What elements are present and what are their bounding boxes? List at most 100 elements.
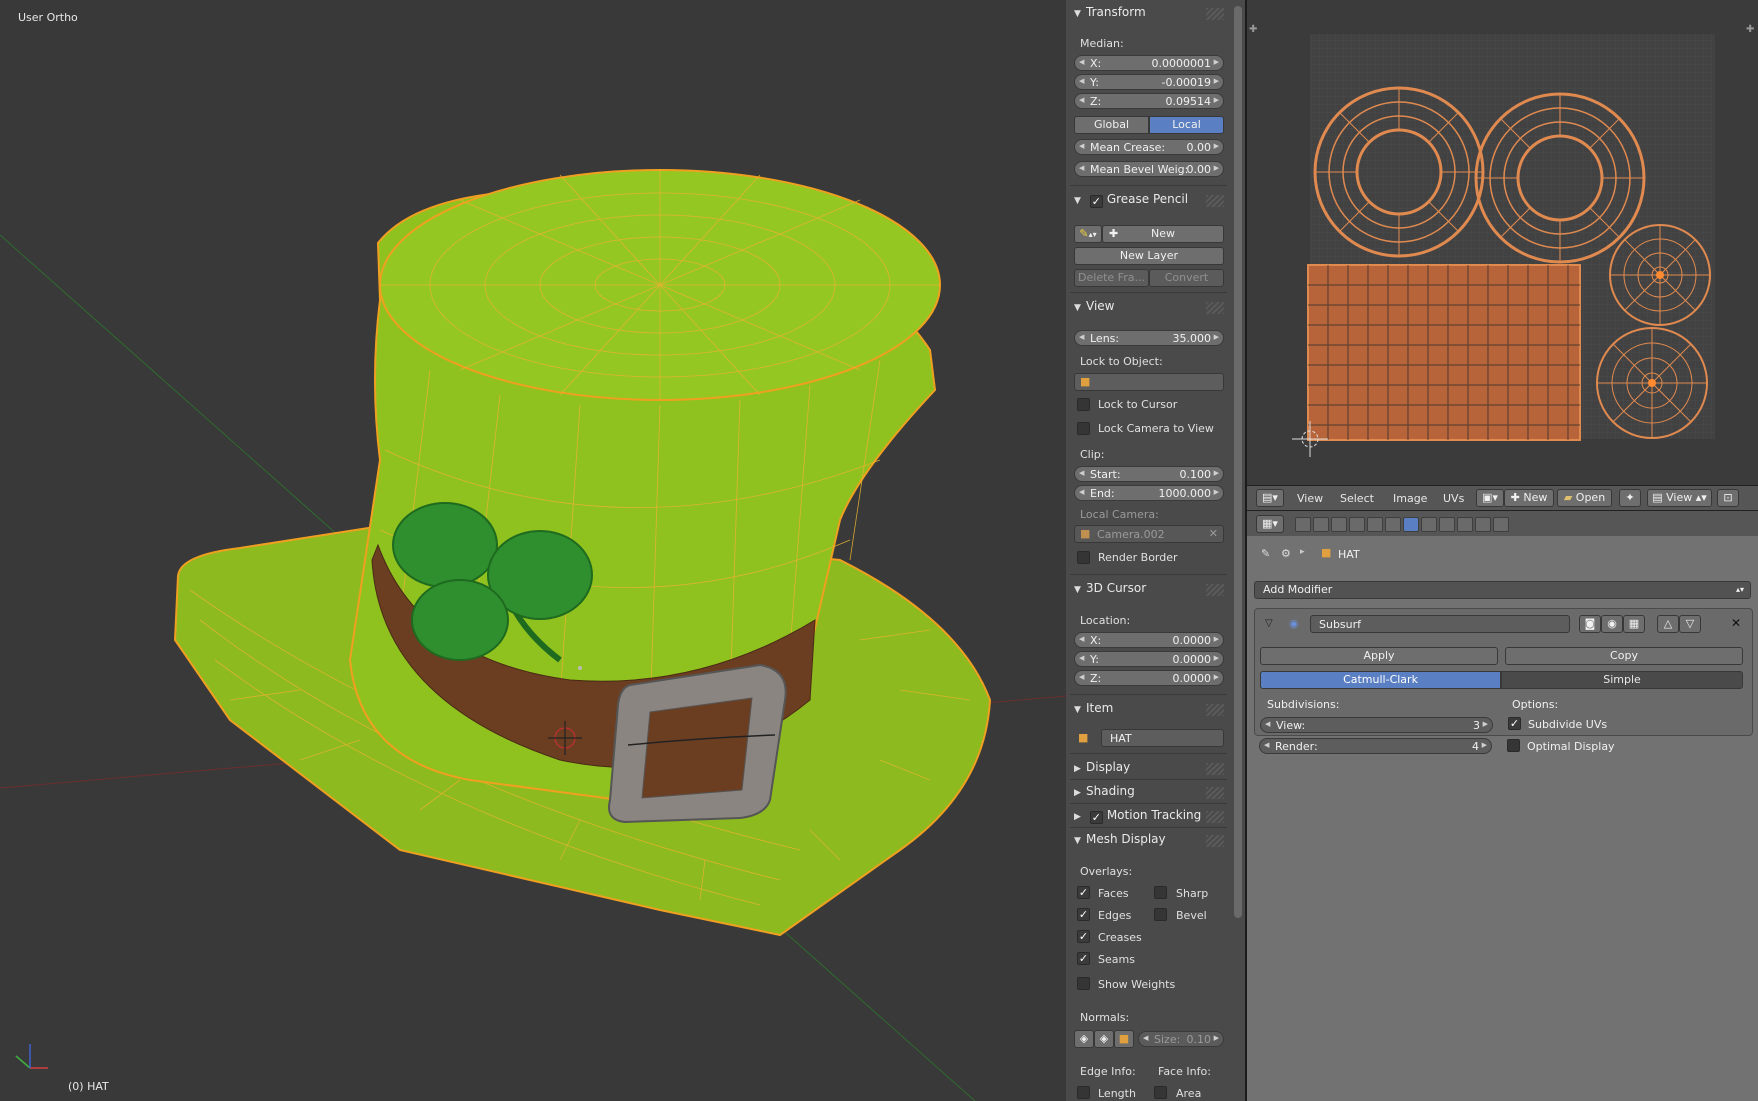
normal-size-field[interactable]: ◀ Size: 0.10 ▶: [1138, 1031, 1224, 1047]
local-camera-field[interactable]: ■ Camera.002 ✕: [1074, 525, 1224, 543]
panel-header-display[interactable]: ▶ Display: [1074, 760, 1224, 780]
panel-grip-icon[interactable]: [1206, 787, 1224, 799]
collapse-arrow-icon[interactable]: ▽: [1265, 618, 1273, 629]
move-up-button[interactable]: △: [1657, 615, 1679, 633]
cursor-z-field[interactable]: ◀ Z: 0.0000 ▶: [1074, 670, 1224, 686]
grease-pencil-enable-checkbox[interactable]: ✓: [1089, 195, 1103, 208]
editor-type-button[interactable]: ▦▾: [1256, 515, 1284, 533]
convert-button[interactable]: Convert: [1149, 269, 1224, 287]
render-border-checkbox[interactable]: [1077, 551, 1090, 564]
creases-checkbox[interactable]: ✓: [1077, 930, 1090, 943]
viewport-toggle-button[interactable]: ◉: [1601, 615, 1623, 633]
move-down-button[interactable]: ▽: [1679, 615, 1701, 633]
image-new-button[interactable]: ✚ New: [1504, 489, 1554, 507]
tab-texture[interactable]: [1457, 517, 1473, 532]
global-toggle[interactable]: Global: [1074, 116, 1149, 134]
panel-header-motion-tracking[interactable]: ▶ ✓ Motion Tracking: [1074, 808, 1224, 828]
vertex-normals-button[interactable]: ◈: [1074, 1030, 1094, 1048]
menu-uvs[interactable]: UVs: [1443, 492, 1464, 505]
median-x-field[interactable]: ◀ X: 0.0000001 ▶: [1074, 55, 1224, 71]
editor-type-button[interactable]: ▤▾: [1256, 489, 1284, 507]
tab-world[interactable]: [1349, 517, 1365, 532]
face-normals-button[interactable]: ■: [1114, 1030, 1134, 1048]
panel-grip-icon[interactable]: [1206, 302, 1224, 314]
menu-image[interactable]: Image: [1393, 492, 1427, 505]
grease-pencil-new-button[interactable]: ✚ New: [1102, 225, 1224, 243]
lens-field[interactable]: ◀ Lens: 35.000 ▶: [1074, 330, 1224, 346]
properties-scrollbar[interactable]: [1231, 0, 1245, 1101]
panel-header-grease-pencil[interactable]: ▼ ✓ Grease Pencil: [1074, 192, 1224, 212]
apply-button[interactable]: Apply: [1260, 647, 1498, 665]
mean-bevel-field[interactable]: ◀ Mean Bevel Weig: 0.00 ▶: [1074, 161, 1224, 177]
panel-header-mesh-display[interactable]: ▼ Mesh Display: [1074, 832, 1224, 852]
panel-grip-icon[interactable]: [1206, 835, 1224, 847]
split-normals-button[interactable]: ◈: [1094, 1030, 1114, 1048]
copy-button[interactable]: Copy: [1505, 647, 1743, 665]
tab-constraints[interactable]: [1385, 517, 1401, 532]
length-checkbox[interactable]: [1077, 1086, 1090, 1099]
tab-render[interactable]: [1295, 517, 1311, 532]
simple-toggle[interactable]: Simple: [1501, 671, 1743, 689]
uv-editor-canvas[interactable]: ✚ ✚: [1247, 0, 1758, 485]
edges-checkbox[interactable]: ✓: [1077, 908, 1090, 921]
image-browse-button[interactable]: ▣▾: [1476, 489, 1504, 507]
3d-viewport[interactable]: User Ortho (0) HAT: [0, 0, 1066, 1101]
tab-modifiers[interactable]: [1403, 517, 1419, 532]
tab-render-layers[interactable]: [1313, 517, 1329, 532]
tab-particles[interactable]: [1475, 517, 1491, 532]
render-levels-field[interactable]: ◀ Render: 4 ▶: [1259, 738, 1492, 754]
panel-grip-icon[interactable]: [1206, 763, 1224, 775]
lock-camera-checkbox[interactable]: [1077, 422, 1090, 435]
modifier-name-field[interactable]: Subsurf: [1310, 615, 1570, 633]
panel-grip-icon[interactable]: [1206, 584, 1224, 596]
tab-physics[interactable]: [1493, 517, 1509, 532]
panel-header-item[interactable]: ▼ Item: [1074, 701, 1224, 721]
panel-grip-icon[interactable]: [1206, 811, 1224, 823]
new-layer-button[interactable]: New Layer: [1074, 247, 1224, 265]
median-z-field[interactable]: ◀ Z: 0.09514 ▶: [1074, 93, 1224, 109]
local-toggle[interactable]: Local: [1149, 116, 1224, 134]
panel-header-3d-cursor[interactable]: ▼ 3D Cursor: [1074, 581, 1224, 601]
cursor-x-field[interactable]: ◀ X: 0.0000 ▶: [1074, 632, 1224, 648]
pin-button[interactable]: ✦: [1619, 489, 1641, 507]
render-toggle-button[interactable]: ◙: [1579, 615, 1601, 633]
median-y-field[interactable]: ◀ Y: -0.00019 ▶: [1074, 74, 1224, 90]
panel-grip-icon[interactable]: [1206, 195, 1224, 207]
panel-header-transform[interactable]: ▼ Transform: [1074, 5, 1224, 25]
optimal-display-checkbox[interactable]: [1507, 739, 1520, 752]
clip-end-field[interactable]: ◀ End: 1000.000 ▶: [1074, 485, 1224, 501]
tab-data[interactable]: [1421, 517, 1437, 532]
seams-checkbox[interactable]: ✓: [1077, 952, 1090, 965]
tab-material[interactable]: [1439, 517, 1455, 532]
clip-start-field[interactable]: ◀ Start: 0.100 ▶: [1074, 466, 1224, 482]
mean-crease-field[interactable]: ◀ Mean Crease: 0.00 ▶: [1074, 139, 1224, 155]
menu-select[interactable]: Select: [1340, 492, 1374, 505]
motion-tracking-checkbox[interactable]: ✓: [1089, 811, 1103, 824]
view-levels-field[interactable]: ◀ View: 3 ▶: [1260, 717, 1493, 733]
pencil-datablock-browse[interactable]: ✎▴▾: [1074, 225, 1102, 243]
tab-scene[interactable]: [1331, 517, 1347, 532]
menu-view[interactable]: View: [1297, 492, 1323, 505]
add-modifier-dropdown[interactable]: Add Modifier ▴▾: [1254, 581, 1751, 599]
item-name-field[interactable]: HAT: [1101, 729, 1224, 747]
clear-x-icon[interactable]: ✕: [1209, 527, 1218, 540]
bevel-checkbox[interactable]: [1154, 908, 1167, 921]
panel-grip-icon[interactable]: [1206, 704, 1224, 716]
lock-object-field[interactable]: ■: [1074, 373, 1224, 391]
cursor-y-field[interactable]: ◀ Y: 0.0000 ▶: [1074, 651, 1224, 667]
subdivide-uvs-checkbox[interactable]: ✓: [1508, 717, 1521, 730]
panel-grip-icon[interactable]: [1206, 8, 1224, 20]
panel-header-view[interactable]: ▼ View: [1074, 299, 1224, 319]
pivot-button[interactable]: ⊡: [1717, 489, 1739, 507]
panel-header-shading[interactable]: ▶ Shading: [1074, 784, 1224, 804]
tab-object[interactable]: [1367, 517, 1383, 532]
view-mode-dropdown[interactable]: ▤ View ▴▾: [1647, 489, 1712, 507]
sharp-checkbox[interactable]: [1154, 886, 1167, 899]
delete-frame-button[interactable]: Delete Fra...: [1074, 269, 1149, 287]
lock-to-cursor-checkbox[interactable]: [1077, 398, 1090, 411]
editmode-toggle-button[interactable]: ▦: [1623, 615, 1645, 633]
close-icon[interactable]: ✕: [1731, 616, 1741, 630]
pin-icon[interactable]: ✎: [1261, 547, 1270, 560]
faces-checkbox[interactable]: ✓: [1077, 886, 1090, 899]
area-checkbox[interactable]: [1154, 1086, 1167, 1099]
